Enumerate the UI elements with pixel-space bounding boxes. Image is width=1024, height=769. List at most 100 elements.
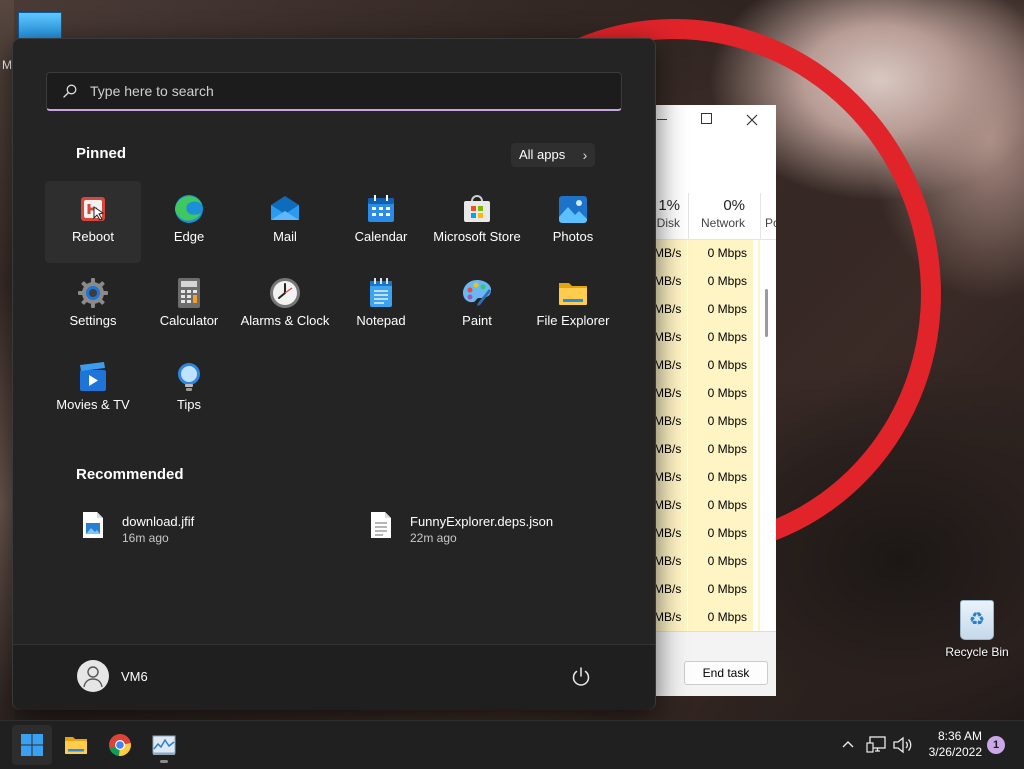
network-cell: 0 Mbps <box>688 576 753 604</box>
power-icon[interactable] <box>567 663 595 691</box>
movies-icon <box>80 362 106 391</box>
search-input[interactable] <box>90 80 590 102</box>
folder-icon <box>65 737 87 754</box>
disk-cell: MB/s <box>654 268 687 296</box>
end-task-button[interactable]: End task <box>684 661 768 685</box>
table-row[interactable]: MB/s 0 Mbps <box>654 520 776 548</box>
close-button[interactable] <box>740 109 764 131</box>
user-name[interactable]: VM6 <box>121 669 148 684</box>
chevron-up-icon[interactable] <box>838 735 858 755</box>
all-apps-button[interactable]: All apps › <box>511 143 596 167</box>
table-row[interactable]: MB/s 0 Mbps <box>654 464 776 492</box>
disk-cell: MB/s <box>654 548 687 576</box>
network-value: 0 Mbps <box>707 442 747 456</box>
system-clock[interactable]: 8:36 AM 3/26/2022 <box>918 728 982 760</box>
recommended-file-time: 22m ago <box>410 531 457 545</box>
task-manager-column-headers: 1% Disk 0% Network Po <box>654 193 776 240</box>
table-row[interactable]: MB/s 0 Mbps <box>654 352 776 380</box>
chevron-right-icon: › <box>582 147 588 163</box>
pinned-app-label: File Explorer <box>536 313 610 328</box>
notification-badge[interactable]: 1 <box>987 736 1005 754</box>
table-row[interactable]: MB/s 0 Mbps <box>654 296 776 324</box>
calendar-icon <box>368 195 394 222</box>
volume-icon[interactable] <box>892 735 914 755</box>
pinned-app-mail[interactable]: Mail <box>237 181 333 263</box>
pinned-app-edge[interactable]: Edge <box>141 181 237 263</box>
network-value: 0 Mbps <box>707 330 747 344</box>
pinned-app-settings[interactable]: Settings <box>45 265 141 347</box>
disk-cell: MB/s <box>654 492 687 520</box>
maximize-button[interactable] <box>694 109 718 131</box>
pinned-app-calendar[interactable]: Calendar <box>333 181 429 263</box>
network-value: 0 Mbps <box>707 582 747 596</box>
table-row[interactable]: MB/s 0 Mbps <box>654 604 776 632</box>
column-header-disk[interactable]: 1% Disk <box>654 193 680 239</box>
table-row[interactable]: MB/s 0 Mbps <box>654 408 776 436</box>
calculator-icon <box>178 278 200 308</box>
start-button[interactable] <box>12 725 52 765</box>
pinned-app-paint[interactable]: Paint <box>429 265 525 347</box>
taskbar-file-explorer[interactable] <box>56 725 96 765</box>
network-cell: 0 Mbps <box>688 240 753 268</box>
power-cell <box>758 492 760 520</box>
pinned-app-alarms-clock[interactable]: Alarms & Clock <box>237 265 333 347</box>
pinned-app-photos[interactable]: Photos <box>525 181 621 263</box>
network-cell: 0 Mbps <box>688 548 753 576</box>
task-manager-titlebar[interactable] <box>654 105 776 135</box>
pinned-app-tips[interactable]: Tips <box>141 349 237 431</box>
disk-cell: MB/s <box>654 240 687 268</box>
power-cell <box>758 548 760 576</box>
table-row[interactable]: MB/s 0 Mbps <box>654 548 776 576</box>
network-label: Network <box>700 216 745 230</box>
disk-cell: MB/s <box>654 324 687 352</box>
power-cell <box>758 324 760 352</box>
pinned-app-microsoft-store[interactable]: Microsoft Store <box>429 181 525 263</box>
recycle-bin[interactable]: ♻ Recycle Bin <box>944 598 1010 659</box>
pinned-app-label: Calendar <box>354 229 408 244</box>
network-value: 0 Mbps <box>707 498 747 512</box>
network-value: 0 Mbps <box>707 470 747 484</box>
taskbar-chrome[interactable] <box>100 725 140 765</box>
table-row[interactable]: MB/s 0 Mbps <box>654 576 776 604</box>
column-header-network[interactable]: 0% Network <box>688 193 753 239</box>
column-header-power[interactable]: Po <box>760 193 776 239</box>
task-manager-icon <box>152 735 176 755</box>
avatar[interactable] <box>77 660 109 692</box>
table-row[interactable]: MB/s 0 Mbps <box>654 268 776 296</box>
table-row[interactable]: MB/s 0 Mbps <box>654 492 776 520</box>
power-cell <box>758 604 760 632</box>
network-value: 0 Mbps <box>707 526 747 540</box>
disk-percent: 1% <box>658 197 680 214</box>
recycle-bin-icon: ♻ <box>960 600 994 640</box>
disk-cell: MB/s <box>654 380 687 408</box>
pinned-app-reboot[interactable]: Reboot <box>45 181 141 263</box>
settings-icon <box>78 278 108 308</box>
pinned-app-notepad[interactable]: Notepad <box>333 265 429 347</box>
network-icon[interactable] <box>866 735 888 755</box>
pinned-app-file-explorer[interactable]: File Explorer <box>525 265 621 347</box>
power-cell <box>758 464 760 492</box>
task-manager-window[interactable]: 1% Disk 0% Network Po MB/s 0 Mbps MB/s 0 Mb… <box>654 105 776 696</box>
search-box[interactable] <box>46 72 622 111</box>
disk-cell: MB/s <box>654 604 687 632</box>
disk-cell: MB/s <box>654 520 687 548</box>
network-value: 0 Mbps <box>707 274 747 288</box>
scrollbar-thumb[interactable] <box>765 289 768 337</box>
reboot-icon <box>81 197 105 221</box>
pinned-app-label: Microsoft Store <box>433 229 521 244</box>
table-row[interactable]: MB/s 0 Mbps <box>654 324 776 352</box>
network-cell: 0 Mbps <box>688 520 753 548</box>
pinned-app-label: Calculator <box>159 313 219 328</box>
recommended-file-time: 16m ago <box>122 531 169 545</box>
taskbar: 8:36 AM 3/26/2022 1 <box>0 720 1024 769</box>
pinned-heading: Pinned <box>76 145 127 162</box>
power-cell <box>758 240 760 268</box>
text-file-icon <box>371 512 391 538</box>
pinned-app-movies-tv[interactable]: Movies & TV <box>45 349 141 431</box>
table-row[interactable]: MB/s 0 Mbps <box>654 380 776 408</box>
table-row[interactable]: MB/s 0 Mbps <box>654 240 776 268</box>
pinned-app-calculator[interactable]: Calculator <box>141 265 237 347</box>
minimize-button[interactable] <box>654 106 678 128</box>
taskbar-task-manager[interactable] <box>144 725 184 765</box>
table-row[interactable]: MB/s 0 Mbps <box>654 436 776 464</box>
